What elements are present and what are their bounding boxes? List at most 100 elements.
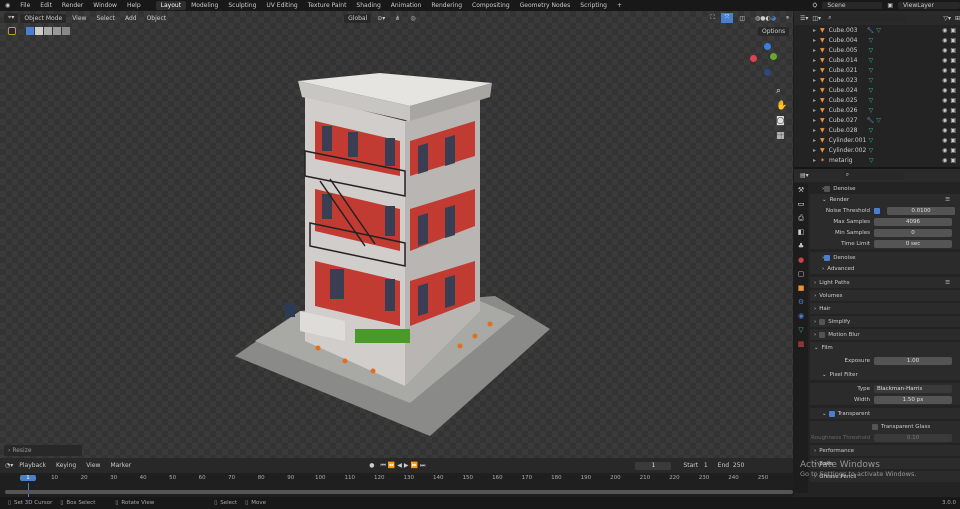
filter-icon[interactable]: ▽▾ <box>943 15 951 22</box>
camera-icon[interactable]: ◙ <box>776 114 787 129</box>
transparent-subpanel[interactable]: ⌄ Transparent <box>810 408 960 419</box>
tab-animation[interactable]: Animation <box>386 1 427 10</box>
modifier-tab-icon[interactable]: ⚙ <box>794 295 808 309</box>
outliner-item[interactable]: ▸ ▼ Cube.004 ▽ ◉ ▣ <box>794 35 960 45</box>
view-layer-field[interactable]: ViewLayer <box>898 2 960 9</box>
outliner-item[interactable]: ▸ ▼ Cylinder.001 ▽ ◉ ▣ <box>794 135 960 145</box>
filter-width-field[interactable]: 1.50 px <box>874 395 952 404</box>
render-camera-icon[interactable]: ▣ <box>950 157 956 164</box>
visibility-eye-icon[interactable]: ◉ <box>942 117 947 124</box>
expand-arrow-icon[interactable]: ▸ <box>794 107 816 114</box>
end-frame-field[interactable]: End 250 <box>713 461 749 470</box>
output-tab-icon[interactable]: ⎙ <box>794 211 808 225</box>
navigation-gizmo[interactable] <box>750 43 784 77</box>
performance-panel[interactable]: › Performance <box>810 445 960 456</box>
outliner-item[interactable]: ▸ ▼ Cube.003 🔧︎ ▽ ◉ ▣ <box>794 25 960 35</box>
expand-arrow-icon[interactable]: ▸ <box>794 87 816 94</box>
outliner-item[interactable]: ▸ ▼ Cube.023 ▽ ◉ ▣ <box>794 75 960 85</box>
properties-editor-icon[interactable]: ▤▾ <box>800 172 809 179</box>
expand-arrow-icon[interactable]: ▸ <box>794 147 816 154</box>
visibility-eye-icon[interactable]: ◉ <box>942 87 947 94</box>
hair-panel[interactable]: › Hair <box>810 303 960 314</box>
ortho-grid-icon[interactable]: ▦ <box>776 129 787 144</box>
editor-type-icon[interactable]: ⌖▾ <box>4 13 19 23</box>
noise-threshold-field[interactable]: 0.0100 <box>887 206 955 215</box>
menu-window[interactable]: Window <box>88 2 122 9</box>
outliner-item[interactable]: ▸ ▼ Cube.021 ▽ ◉ ▣ <box>794 65 960 75</box>
visibility-eye-icon[interactable]: ◉ <box>942 97 947 104</box>
tool-tab-icon[interactable]: ⚒ <box>794 183 808 197</box>
light-paths-panel[interactable]: › Light Paths ☰ <box>810 277 960 288</box>
render-camera-icon[interactable]: ▣ <box>950 47 956 54</box>
tab-scripting[interactable]: Scripting <box>575 1 612 10</box>
tab-modeling[interactable]: Modeling <box>186 1 223 10</box>
tab-geometry-nodes[interactable]: Geometry Nodes <box>515 1 576 10</box>
denoise-subpanel[interactable]: › Denoise <box>810 252 960 263</box>
tab-shading[interactable]: Shading <box>351 1 385 10</box>
visibility-eye-icon[interactable]: ◉ <box>942 127 947 134</box>
options-button[interactable]: Options <box>758 27 790 36</box>
toolbar-toggle-icon[interactable] <box>8 27 16 35</box>
expand-arrow-icon[interactable]: ▸ <box>794 57 816 64</box>
snap-icon[interactable]: ⋔ <box>391 14 404 23</box>
timeline-ruler[interactable]: 1 10 20 30 40 50 60 70 80 90 100 110 120 130 140 150 160… <box>0 473 793 497</box>
render-tab-icon[interactable]: ▭ <box>794 197 808 211</box>
expand-arrow-icon[interactable]: ▸ <box>794 37 816 44</box>
new-collection-icon[interactable]: ⊞ <box>955 15 960 22</box>
scene-tab-icon[interactable]: ♣ <box>794 239 808 253</box>
menu-file[interactable]: File <box>15 2 35 9</box>
filter-type-select[interactable]: Blackman-Harris <box>874 384 952 393</box>
render-camera-icon[interactable]: ▣ <box>950 107 956 114</box>
motion-blur-panel[interactable]: › Motion Blur <box>810 329 960 340</box>
last-operator-panel[interactable]: › Resize <box>4 445 82 456</box>
timeline-view-menu[interactable]: View <box>82 461 104 470</box>
current-frame-field[interactable]: 1 <box>635 461 672 470</box>
menu-select[interactable]: Select <box>92 14 119 23</box>
expand-arrow-icon[interactable]: ▸ <box>794 27 816 34</box>
menu-edit[interactable]: Edit <box>35 2 57 9</box>
visibility-eye-icon[interactable]: ◉ <box>942 47 947 54</box>
select-intersect-icon[interactable] <box>62 27 70 35</box>
noise-threshold-checkbox[interactable] <box>874 207 880 214</box>
time-limit-field[interactable]: 0 sec <box>874 239 952 248</box>
expand-arrow-icon[interactable]: ▸ <box>794 157 816 164</box>
data-tab-icon[interactable]: ▽ <box>794 323 808 337</box>
select-subtract-icon[interactable] <box>44 27 52 35</box>
pixel-filter-subpanel[interactable]: ⌄ Pixel Filter <box>810 369 960 380</box>
volumes-panel[interactable]: › Volumes <box>810 290 960 301</box>
properties-search[interactable]: ⌕ <box>842 171 903 180</box>
tab-sculpting[interactable]: Sculpting <box>223 1 261 10</box>
render-camera-icon[interactable]: ▣ <box>950 117 956 124</box>
render-camera-icon[interactable]: ▣ <box>950 67 956 74</box>
object-tab-icon[interactable]: ■ <box>794 281 808 295</box>
expand-arrow-icon[interactable]: ▸ <box>794 127 816 134</box>
marker-menu[interactable]: Marker <box>106 461 135 470</box>
min-samples-field[interactable]: 0 <box>874 228 952 237</box>
advanced-subpanel[interactable]: › Advanced <box>810 263 960 274</box>
select-extend-icon[interactable] <box>35 27 43 35</box>
pan-icon[interactable]: ✋ <box>776 99 787 114</box>
outliner-item[interactable]: ▸ ▼ Cube.028 ▽ ◉ ▣ <box>794 125 960 135</box>
expand-arrow-icon[interactable]: ▸ <box>794 117 816 124</box>
playhead-frame-label[interactable]: 1 <box>20 475 36 481</box>
menu-view[interactable]: View <box>68 14 90 23</box>
3d-viewport[interactable]: ⌕ ✋ ◙ ▦ › Resize <box>0 11 793 458</box>
view-layer-tab-icon[interactable]: ◧ <box>794 225 808 239</box>
menu-add[interactable]: Add <box>121 14 141 23</box>
denoise-top-toggle[interactable]: › Denoise <box>810 183 960 194</box>
proportional-icon[interactable]: ◎ <box>406 14 419 23</box>
exposure-field[interactable]: 1.00 <box>874 357 952 365</box>
world-tab-icon[interactable]: ● <box>794 253 808 267</box>
visibility-eye-icon[interactable]: ◉ <box>942 67 947 74</box>
roughness-field[interactable]: 0.10 <box>874 433 952 442</box>
expand-arrow-icon[interactable]: ▸ <box>794 67 816 74</box>
timeline-editor-icon[interactable]: ◔▾ <box>5 462 13 469</box>
scene-field[interactable]: Scene <box>822 2 883 9</box>
collection-tab-icon[interactable]: ▢ <box>794 267 808 281</box>
material-tab-icon[interactable]: ▩ <box>794 337 808 351</box>
gizmo-icon[interactable]: ⛶ <box>706 13 718 23</box>
pivot-icon[interactable]: ⊙▾ <box>373 14 389 23</box>
simplify-panel[interactable]: › Simplify <box>810 316 960 327</box>
outliner-item[interactable]: ▸ ▼ Cube.014 ▽ ◉ ▣ <box>794 55 960 65</box>
physics-tab-icon[interactable]: ◉ <box>794 309 808 323</box>
